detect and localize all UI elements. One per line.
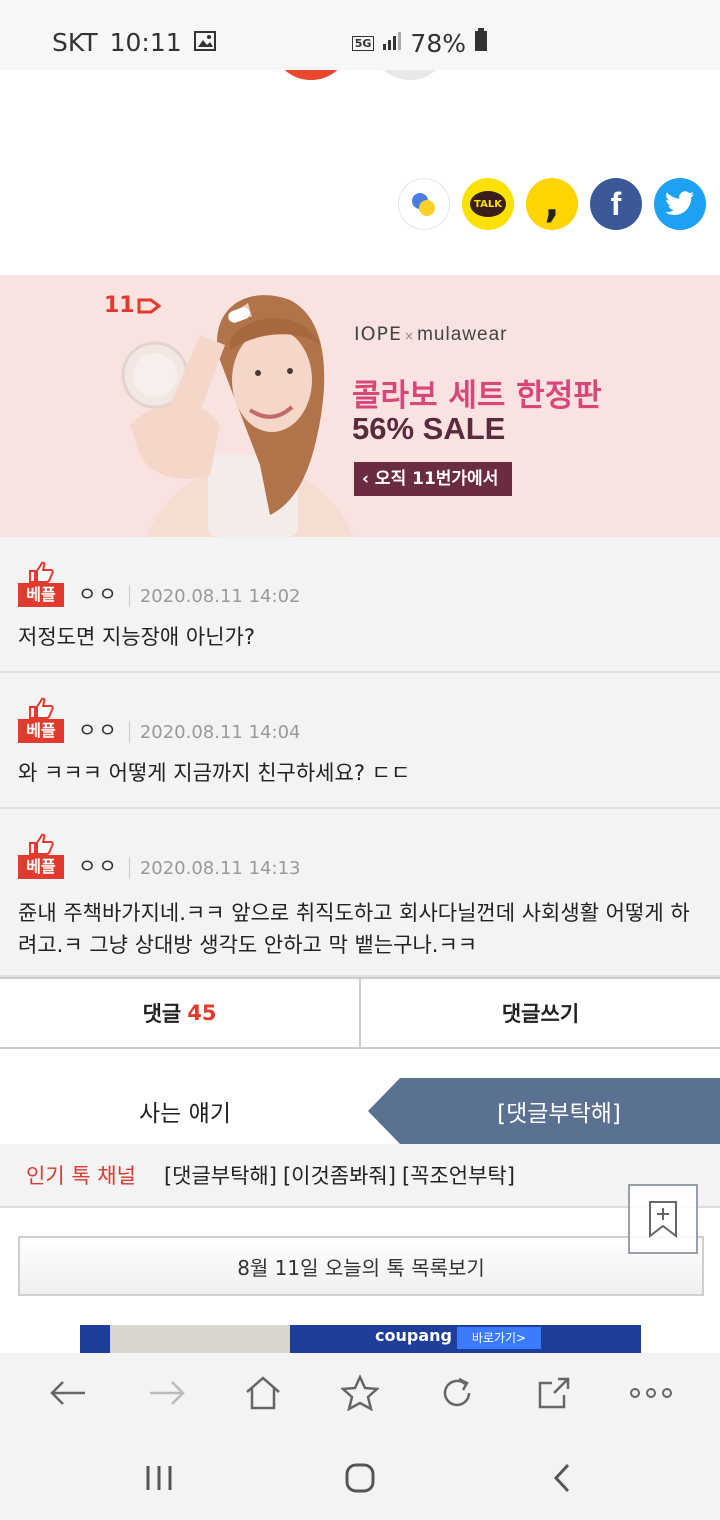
battery-percent: 78%	[410, 28, 466, 58]
system-home-button[interactable]	[335, 1453, 385, 1503]
thumbs-up-icon	[29, 833, 54, 855]
best-comments: 베플 ㅇㅇ 2020.08.11 14:02 저정도면 지능장애 아닌가? 베플…	[0, 537, 720, 977]
comment-meta: 베플 ㅇㅇ 2020.08.11 14:02	[18, 561, 300, 607]
system-nav-bar	[0, 1433, 720, 1520]
twitter-share-button[interactable]	[654, 178, 706, 230]
comment-author: ㅇㅇ	[78, 582, 119, 606]
status-left: SKT 10:11	[52, 28, 216, 57]
back-arrow-icon	[49, 1381, 85, 1405]
more-dots-icon	[630, 1388, 673, 1398]
write-comment-tab[interactable]: 댓글쓰기	[359, 979, 720, 1047]
nav-arrow-shape	[368, 1078, 400, 1144]
thumbs-up-icon	[29, 561, 54, 583]
gallery-notification-icon	[193, 28, 216, 57]
comment-date: 2020.08.11 14:13	[139, 858, 301, 879]
share-icon	[539, 1377, 570, 1409]
comment-text: 쥰내 주책바가지네.ㅋㅋ 앞으로 취직도하고 회사다닐껀데 사회생활 어떻게 하…	[18, 901, 690, 957]
more-button[interactable]	[627, 1369, 675, 1417]
promo-banner[interactable]: 11 IOPE × mulawear 콜라보 세트 한정판 56% SALE ‹ 오…	[0, 275, 720, 537]
system-back-icon	[553, 1463, 570, 1493]
status-bar: SKT 10:11 5G 78%	[0, 0, 720, 70]
comments-count-tab[interactable]: 댓글 45	[0, 979, 359, 1047]
bookmark-button[interactable]	[628, 1184, 698, 1254]
forward-button[interactable]	[142, 1369, 190, 1417]
comments-count: 45	[187, 1001, 217, 1025]
home-button[interactable]	[239, 1369, 287, 1417]
popular-link[interactable]: [꼭조언부탁]	[402, 1160, 515, 1190]
comment-item: 베플 ㅇㅇ 2020.08.11 14:13 쥰내 주책바가지네.ㅋㅋ 앞으로 …	[0, 809, 720, 977]
facebook-share-button[interactable]: f	[590, 178, 642, 230]
coupang-ad[interactable]: coupang 바로가기>	[80, 1325, 641, 1353]
comment-tabs: 댓글 45 댓글쓰기	[0, 977, 720, 1049]
comment-text: 와 ㅋㅋㅋ 어떻게 지금까지 친구하세요? ㄷㄷ	[18, 761, 411, 785]
comment-item: 베플 ㅇㅇ 2020.08.11 14:02 저정도면 지능장애 아닌가?	[0, 537, 720, 673]
network-5g-icon: 5G	[351, 35, 375, 51]
coupang-logo: coupang	[375, 1326, 452, 1345]
popular-link[interactable]: [댓글부탁해]	[164, 1160, 277, 1190]
twitter-icon	[665, 191, 694, 215]
favorite-button[interactable]	[336, 1369, 384, 1417]
kakaotalk-icon: TALK	[470, 191, 506, 217]
thumbs-up-icon	[29, 697, 54, 719]
battery-icon	[474, 28, 488, 58]
comma-share-button[interactable]: ,	[526, 178, 578, 230]
kakaostory-share-button[interactable]	[398, 178, 450, 230]
comment-text: 저정도면 지능장애 아닌가?	[18, 625, 256, 649]
ad-cta-button[interactable]: 바로가기>	[457, 1327, 541, 1349]
share-buttons: TALK , f	[398, 178, 706, 230]
recent-apps-icon	[146, 1466, 172, 1490]
refresh-icon	[443, 1377, 471, 1407]
system-back-button[interactable]	[537, 1453, 587, 1503]
browser-toolbar	[0, 1353, 720, 1433]
comment-item: 베플 ㅇㅇ 2020.08.11 14:04 와 ㅋㅋㅋ 어떻게 지금까지 친구…	[0, 673, 720, 809]
system-home-icon	[345, 1463, 375, 1493]
channel-nav: 사는 얘기 [댓글부탁해]	[0, 1078, 720, 1144]
kakaostory-icon	[412, 193, 435, 216]
banner-headline: 콜라보 세트 한정판	[352, 378, 602, 414]
comment-author: ㅇㅇ	[78, 718, 119, 742]
signal-icon	[382, 29, 402, 57]
recent-apps-button[interactable]	[134, 1453, 184, 1503]
clock: 10:11	[109, 28, 182, 57]
home-icon	[246, 1376, 280, 1410]
forward-arrow-icon	[149, 1381, 185, 1405]
comment-meta: 베플 ㅇㅇ 2020.08.11 14:04	[18, 697, 300, 743]
prev-channel-link[interactable]: 사는 얘기	[0, 1078, 370, 1144]
popular-channels: 인기 톡 채널 [댓글부탁해] [이것좀봐줘] [꼭조언부탁]	[0, 1144, 720, 1208]
banner-sale: 56% SALE	[352, 411, 506, 446]
best-reply-badge: 베플	[18, 697, 64, 743]
kakaotalk-share-button[interactable]: TALK	[462, 178, 514, 230]
banner-cta[interactable]: ‹ 오직 11번가에서	[354, 462, 512, 496]
best-reply-badge: 베플	[18, 833, 64, 879]
brand-line: IOPE × mulawear	[354, 323, 508, 345]
comment-meta: 베플 ㅇㅇ 2020.08.11 14:13	[18, 833, 300, 879]
star-icon	[340, 1375, 379, 1411]
status-right: 5G 78%	[351, 28, 488, 58]
bookmark-add-icon	[649, 1201, 677, 1238]
carrier: SKT	[52, 28, 98, 57]
back-button[interactable]	[45, 1369, 93, 1417]
model-image	[121, 295, 354, 537]
facebook-icon: f	[610, 185, 622, 222]
best-reply-badge: 베플	[18, 561, 64, 607]
comment-date: 2020.08.11 14:04	[139, 722, 301, 743]
refresh-button[interactable]	[433, 1369, 481, 1417]
comment-author: ㅇㅇ	[78, 854, 119, 878]
popular-label: 인기 톡 채널	[26, 1164, 136, 1188]
popular-link[interactable]: [이것좀봐줘]	[283, 1160, 396, 1190]
ad-product-image	[110, 1325, 290, 1353]
share-button[interactable]	[530, 1369, 578, 1417]
next-channel-link[interactable]: [댓글부탁해]	[368, 1078, 720, 1144]
comma-icon: ,	[544, 181, 560, 227]
comment-date: 2020.08.11 14:02	[139, 586, 301, 607]
today-talk-list-button[interactable]: 8월 11일 오늘의 톡 목록보기	[18, 1236, 704, 1296]
